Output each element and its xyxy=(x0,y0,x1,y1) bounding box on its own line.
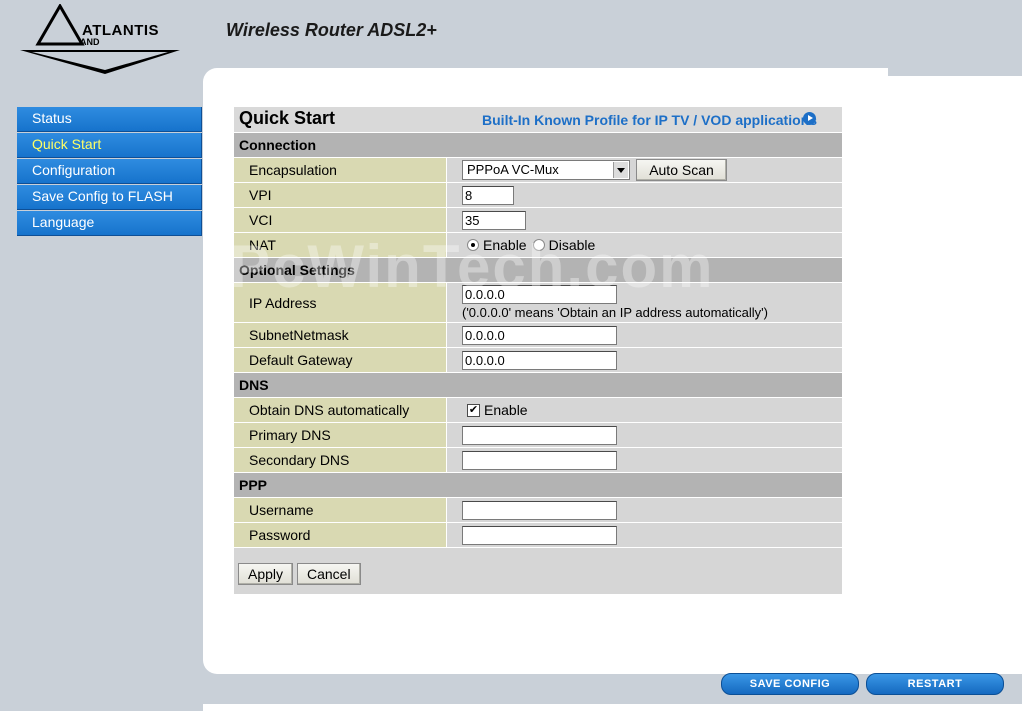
row-secondary-dns: Secondary DNS xyxy=(234,448,842,473)
logo-triangle-icon xyxy=(20,3,180,74)
nat-disable-label: Disable xyxy=(548,237,596,253)
sidebar-item-language[interactable]: Language xyxy=(17,211,202,236)
row-dns-auto: Obtain DNS automatically ✔ Enable xyxy=(234,398,842,423)
dns-auto-checkbox[interactable]: ✔ xyxy=(467,403,480,417)
cancel-button[interactable]: Cancel xyxy=(297,563,361,585)
row-password: Password xyxy=(234,523,842,548)
row-vci: VCI xyxy=(234,208,842,233)
sidebar-item-configuration[interactable]: Configuration xyxy=(17,159,202,184)
save-config-button[interactable]: SAVE CONFIG xyxy=(721,673,859,695)
quick-start-form: Quick Start Built-In Known Profile for I… xyxy=(234,107,842,594)
vpi-label: VPI xyxy=(234,183,447,207)
section-dns: DNS xyxy=(234,373,842,398)
action-buttons: Apply Cancel xyxy=(234,548,842,594)
play-circle-icon[interactable] xyxy=(803,112,816,125)
dns-auto-label: Obtain DNS automatically xyxy=(234,398,447,422)
subnet-input[interactable] xyxy=(462,325,617,345)
ip-address-input[interactable] xyxy=(462,285,617,304)
bottom-strip xyxy=(203,704,1022,711)
profile-link[interactable]: Built-In Known Profile for IP TV / VOD a… xyxy=(482,112,817,128)
title-row: Quick Start Built-In Known Profile for I… xyxy=(234,107,842,133)
sidebar: Status Quick Start Configuration Save Co… xyxy=(17,107,202,237)
encapsulation-select[interactable]: PPPoA VC-Mux xyxy=(462,160,630,180)
nat-enable-radio[interactable] xyxy=(467,239,479,251)
section-connection: Connection xyxy=(234,133,842,158)
row-ip-address: IP Address ('0.0.0.0' means 'Obtain an I… xyxy=(234,283,842,323)
restart-button[interactable]: RESTART xyxy=(866,673,1004,695)
page-title: Quick Start xyxy=(239,108,336,128)
ip-address-hint: ('0.0.0.0' means 'Obtain an IP address a… xyxy=(462,305,768,320)
gateway-input[interactable] xyxy=(462,350,617,370)
subnet-label: SubnetNetmask xyxy=(234,323,447,347)
row-nat: NAT Enable Disable xyxy=(234,233,842,258)
row-subnet: SubnetNetmask xyxy=(234,323,842,348)
apply-button[interactable]: Apply xyxy=(238,563,294,585)
row-encapsulation: Encapsulation PPPoA VC-Mux Auto Scan xyxy=(234,158,842,183)
section-ppp: PPP xyxy=(234,473,842,498)
product-title: Wireless Router ADSL2+ xyxy=(226,20,437,40)
row-primary-dns: Primary DNS xyxy=(234,423,842,448)
ip-address-label: IP Address xyxy=(234,283,447,322)
nat-enable-label: Enable xyxy=(483,237,527,253)
sidebar-item-quick-start[interactable]: Quick Start xyxy=(17,133,202,158)
username-input[interactable] xyxy=(462,500,617,520)
section-optional-settings: Optional Settings xyxy=(234,258,842,283)
row-vpi: VPI xyxy=(234,183,842,208)
row-gateway: Default Gateway xyxy=(234,348,842,373)
header: ATLANTIS AND Wireless Router ADSL2+ xyxy=(0,0,1022,76)
primary-dns-label: Primary DNS xyxy=(234,423,447,447)
sidebar-item-save-config[interactable]: Save Config to FLASH xyxy=(17,185,202,210)
nat-label: NAT xyxy=(234,233,447,257)
username-label: Username xyxy=(234,498,447,522)
secondary-dns-label: Secondary DNS xyxy=(234,448,447,472)
row-username: Username xyxy=(234,498,842,523)
chevron-down-icon[interactable] xyxy=(613,162,628,178)
logo-subtext: AND xyxy=(80,37,100,47)
sidebar-item-status[interactable]: Status xyxy=(17,107,202,132)
encapsulation-label: Encapsulation xyxy=(234,158,447,182)
auto-scan-button[interactable]: Auto Scan xyxy=(636,159,727,181)
vci-input[interactable] xyxy=(462,210,526,230)
vpi-input[interactable] xyxy=(462,185,514,205)
password-label: Password xyxy=(234,523,447,547)
password-input[interactable] xyxy=(462,525,617,545)
gateway-label: Default Gateway xyxy=(234,348,447,372)
atlantis-logo: ATLANTIS AND xyxy=(20,3,185,76)
encapsulation-selected: PPPoA VC-Mux xyxy=(467,162,559,177)
primary-dns-input[interactable] xyxy=(462,425,617,445)
panel-corner xyxy=(888,68,1022,76)
secondary-dns-input[interactable] xyxy=(462,450,617,470)
nat-disable-radio[interactable] xyxy=(532,239,545,251)
dns-auto-checkbox-label: Enable xyxy=(484,402,528,418)
vci-label: VCI xyxy=(234,208,447,232)
